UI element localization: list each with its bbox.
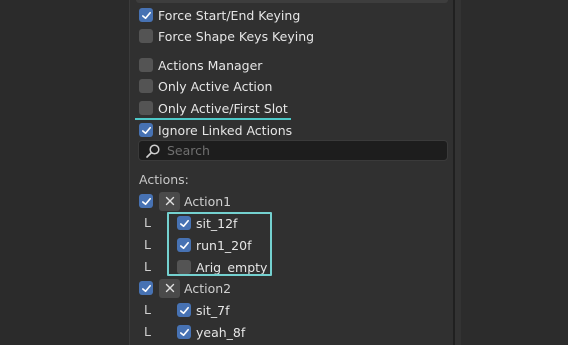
- action-row-action1[interactable]: Action1: [139, 191, 231, 211]
- header-edge: [136, 0, 448, 3]
- checkmark-icon: [141, 126, 151, 134]
- checkbox-label: Ignore Linked Actions: [158, 122, 293, 138]
- slot-prefix: L: [144, 215, 151, 230]
- checkbox[interactable]: [139, 8, 153, 22]
- checkmark-icon: [179, 306, 189, 314]
- slot-name: yeah_8f: [196, 324, 246, 340]
- close-icon: [165, 283, 174, 293]
- actions-manager-toggle[interactable]: Actions Manager: [139, 55, 262, 75]
- checkbox[interactable]: [139, 29, 153, 43]
- left-editor-area: [0, 0, 129, 345]
- slot-prefix: L: [144, 324, 151, 339]
- checkbox[interactable]: [177, 303, 191, 317]
- close-icon: [165, 196, 174, 206]
- ignore-linked-actions-toggle[interactable]: Ignore Linked Actions: [139, 120, 292, 140]
- actions-section-label: Actions:: [139, 171, 189, 187]
- checkmark-icon: [141, 11, 151, 19]
- slot-row-yeah-8f[interactable]: yeah_8f: [177, 322, 245, 342]
- force-shape-keys-toggle[interactable]: Force Shape Keys Keying: [139, 26, 314, 46]
- action-name: Action2: [184, 280, 232, 296]
- checkbox[interactable]: [177, 325, 191, 339]
- checkbox-label: Actions Manager: [158, 57, 263, 73]
- checkbox-label: Force Start/End Keying: [158, 7, 301, 23]
- only-active-action-toggle[interactable]: Only Active Action: [139, 76, 272, 96]
- remove-action-button[interactable]: [159, 191, 180, 211]
- checkmark-icon: [141, 284, 151, 292]
- slot-name: sit_7f: [196, 302, 230, 318]
- action-row-action2[interactable]: Action2: [139, 278, 231, 298]
- checkmark-icon: [179, 328, 189, 336]
- search-input[interactable]: Search: [138, 140, 448, 161]
- checkbox[interactable]: [139, 79, 153, 93]
- checkmark-icon: [141, 197, 151, 205]
- selection-highlight: [167, 212, 272, 276]
- checkbox-label: Only Active/First Slot: [158, 100, 288, 116]
- slot-prefix: L: [144, 259, 151, 274]
- search-icon: [146, 143, 160, 158]
- only-active-first-slot-toggle[interactable]: Only Active/First Slot: [139, 98, 288, 118]
- search-placeholder: Search: [167, 143, 210, 158]
- checkbox[interactable]: [139, 194, 153, 208]
- checkbox[interactable]: [139, 281, 153, 295]
- slot-prefix: L: [144, 237, 151, 252]
- checkbox-label: Force Shape Keys Keying: [158, 28, 315, 44]
- remove-action-button[interactable]: [159, 278, 180, 298]
- checkbox-label: Only Active Action: [158, 78, 273, 94]
- checkbox[interactable]: [139, 58, 153, 72]
- checkbox[interactable]: [139, 123, 153, 137]
- action-name: Action1: [184, 193, 232, 209]
- checkbox[interactable]: [139, 101, 153, 115]
- force-start-end-toggle[interactable]: Force Start/End Keying: [139, 5, 300, 25]
- slot-row-sit-7f[interactable]: sit_7f: [177, 300, 230, 320]
- slot-prefix: L: [144, 302, 151, 317]
- right-editor-area: [461, 0, 568, 345]
